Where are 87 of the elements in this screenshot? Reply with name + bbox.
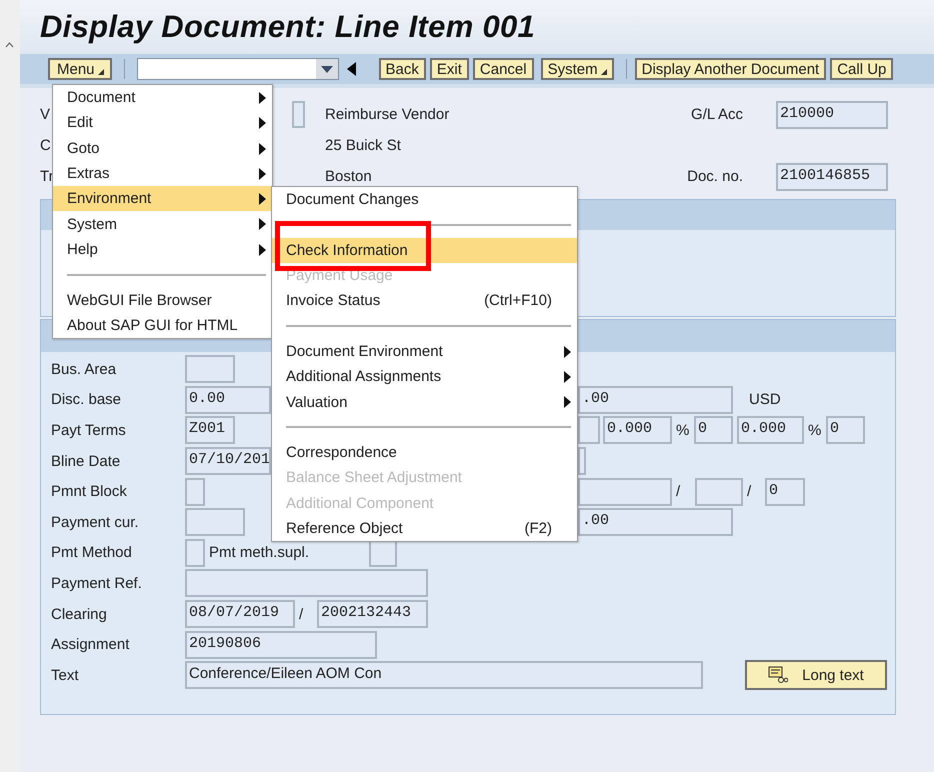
input-field[interactable] [185, 508, 245, 536]
long-text-button[interactable]: Long text [745, 660, 887, 690]
input-field[interactable]: 0 [765, 478, 805, 506]
vendor-address-text: 25 Buick St [325, 137, 402, 154]
menu-button[interactable]: Menu [48, 58, 112, 80]
field-label: Bus. Area [51, 360, 118, 378]
input-field[interactable]: 07/10/201 [185, 447, 271, 476]
input-field[interactable] [695, 478, 743, 506]
menu-item[interactable]: Check Information [272, 238, 577, 263]
field-label: Payment cur. [51, 514, 140, 531]
input-field[interactable]: 2002132443 [317, 600, 428, 628]
input-field[interactable] [578, 416, 600, 444]
input-field[interactable] [185, 569, 428, 598]
input-field[interactable]: 0.000 [603, 416, 672, 444]
input-field[interactable]: Z001 [185, 416, 235, 444]
field-label: Doc. no. [686, 168, 743, 185]
field-label: Disc. base [51, 391, 122, 408]
unit-text: % [675, 422, 690, 439]
toolbar-button[interactable]: Call Up [830, 58, 894, 80]
input-field[interactable]: .00 [578, 508, 733, 536]
input-field[interactable]: .00 [578, 386, 733, 414]
field-label: G/L Acc [690, 106, 743, 123]
submenu-arrow-icon [259, 92, 266, 104]
menu-item[interactable]: Environment [53, 186, 272, 212]
menu-item[interactable]: Additional Assignments [272, 364, 577, 390]
dropdown-button[interactable]: System [540, 58, 614, 80]
menu-item[interactable]: Invoice Status (Ctrl+F10) [272, 288, 577, 314]
field-label: Payment Ref. [51, 574, 143, 592]
field-label: Bline Date [51, 452, 122, 470]
input-field[interactable] [578, 447, 586, 476]
submenu-arrow-icon [259, 117, 266, 130]
toolbar-button[interactable]: Back [378, 58, 426, 80]
menu-item[interactable]: About SAP GUI for HTML [53, 312, 272, 338]
field-label: Payt Terms [51, 422, 127, 439]
dropdown-icon [98, 69, 104, 75]
menu-item[interactable]: Document Environment [272, 338, 577, 364]
submenu-arrow-icon [564, 346, 571, 358]
input-field[interactable] [292, 101, 305, 128]
field-label: Pmt Method [51, 544, 133, 562]
caret-up-icon[interactable] [5, 42, 14, 48]
field-label: Pmnt Block [51, 483, 128, 500]
field-label: Assignment [51, 636, 130, 654]
field-label: V [40, 106, 50, 123]
dropdown-icon [600, 69, 607, 75]
input-field[interactable]: 20190806 [185, 630, 377, 659]
note-icon [768, 666, 788, 684]
field-label: Text [51, 666, 80, 684]
menu-item[interactable]: Document Changes [272, 187, 577, 212]
currency-text: USD [748, 391, 781, 408]
toolbar-button[interactable]: Display Another Document [634, 58, 826, 80]
window-title: Display Document: Line Item 001 [40, 9, 536, 45]
menu-item[interactable]: Document [53, 85, 272, 110]
toolbar-button[interactable]: Exit [430, 58, 469, 80]
field-label: Clearing [51, 606, 108, 623]
input-field[interactable]: 0.000 [737, 416, 804, 444]
input-field[interactable]: 08/07/2019 [185, 600, 295, 628]
field-label: Pmt meth.supl. [208, 544, 310, 562]
menu-item[interactable]: Correspondence [272, 440, 577, 466]
input-field[interactable]: 0.00 [185, 386, 271, 414]
collapse-arrow-icon[interactable] [346, 62, 356, 76]
menu-item[interactable]: Edit [53, 110, 272, 136]
input-field[interactable] [185, 355, 235, 384]
toolbar-button[interactable]: Cancel [472, 58, 534, 80]
menu-item[interactable]: Valuation [272, 389, 577, 415]
submenu-arrow-icon [564, 371, 571, 384]
input-field[interactable]: 210000 [776, 100, 888, 128]
input-field[interactable]: 2100146855 [776, 162, 888, 190]
menu-item[interactable]: WebGUI File Browser [53, 287, 272, 313]
field-separator-text: / [675, 483, 682, 500]
unit-text: % [807, 422, 822, 439]
menu-item[interactable]: Goto [53, 136, 272, 161]
input-field[interactable]: Conference/Eileen AOM Con [185, 661, 703, 690]
field-separator-text: / [746, 483, 752, 500]
submenu-arrow-icon [259, 142, 266, 155]
input-field[interactable]: 0 [694, 416, 733, 444]
menu-item[interactable]: Reference Object (F2) [272, 516, 577, 542]
input-field[interactable] [185, 538, 205, 567]
vendor-address-text: Boston [325, 168, 373, 185]
field-separator-text: / [298, 606, 304, 623]
field-label: Tr [40, 168, 54, 185]
submenu-arrow-icon [564, 396, 571, 408]
input-field[interactable] [578, 478, 672, 506]
vendor-address-text: Reimburse Vendor [325, 106, 450, 123]
input-field[interactable]: 0 [826, 416, 865, 444]
input-field[interactable] [185, 478, 205, 506]
field-label: C [40, 137, 51, 154]
command-field[interactable] [136, 58, 339, 80]
